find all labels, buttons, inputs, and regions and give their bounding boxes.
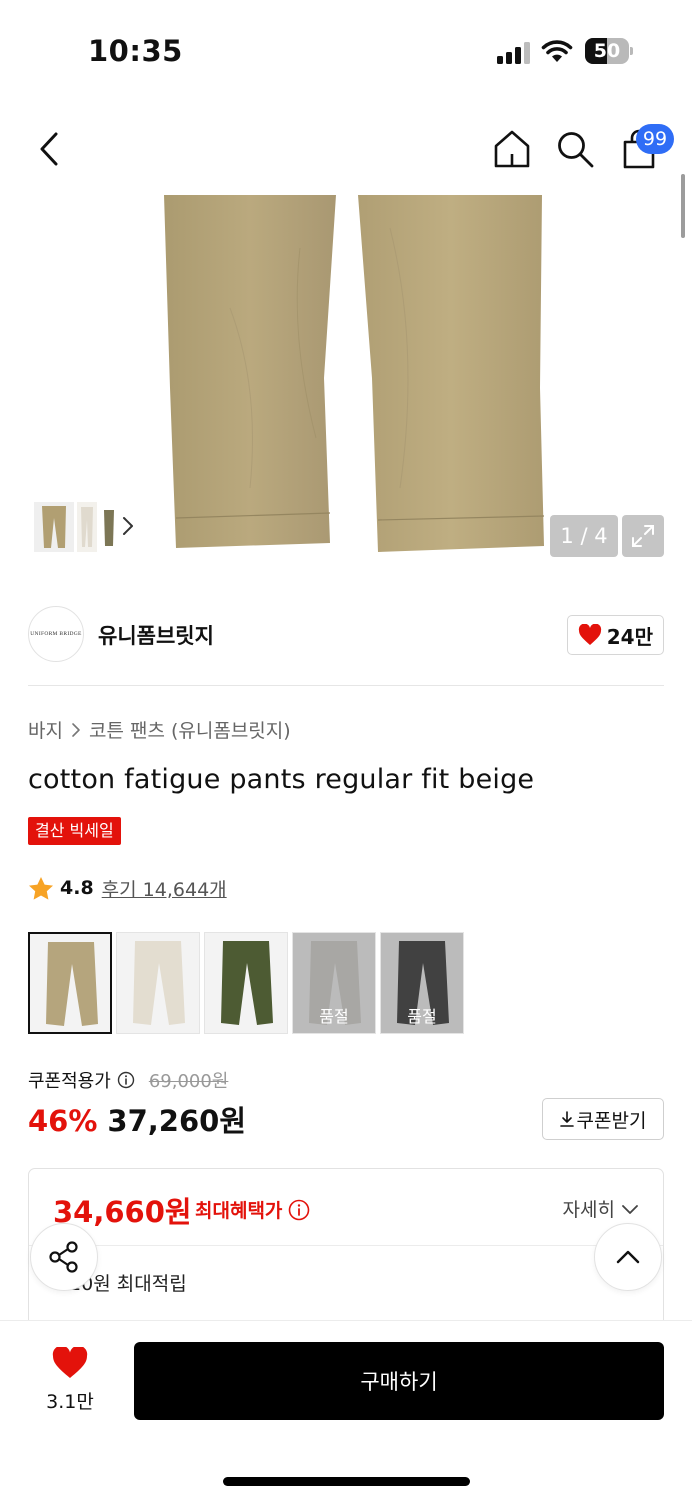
chevron-down-icon	[622, 1204, 638, 1214]
color-option[interactable]: 품절	[380, 932, 464, 1034]
back-icon	[40, 132, 58, 166]
battery-percent: 50	[593, 40, 621, 62]
heart-icon	[578, 624, 601, 645]
scroll-top-button[interactable]	[594, 1223, 662, 1291]
info-icon[interactable]	[288, 1199, 310, 1221]
benefit-header[interactable]: 34,660원 최대혜택가 자세히	[29, 1169, 663, 1246]
share-icon	[49, 1241, 78, 1273]
brand-logo-text: UNIFORM BRIDGE	[30, 631, 82, 637]
brand-like-count: 24만	[606, 624, 653, 649]
chevron-up-icon	[616, 1250, 640, 1264]
breadcrumb: 바지 코튼 팬츠 (유니폼브릿지)	[28, 716, 291, 743]
chevron-right-icon	[72, 722, 80, 737]
color-option[interactable]: 품절	[292, 932, 376, 1034]
image-counter: 1 / 4	[550, 515, 618, 557]
detail-toggle[interactable]: 자세히	[563, 1195, 639, 1222]
status-bar: 10:35 50	[0, 0, 692, 100]
coupon-price-label: 쿠폰적용가	[28, 1071, 111, 1092]
original-price: 69,000원	[148, 1071, 229, 1092]
search-button[interactable]	[552, 126, 598, 172]
divider	[28, 685, 664, 686]
soldout-label: 품절	[407, 1007, 437, 1026]
brand-like-button[interactable]: 24만	[566, 615, 664, 655]
soldout-label: 품절	[319, 1007, 349, 1026]
benefit-card: 34,660원 최대혜택가 자세히 720원 최대적립	[28, 1168, 664, 1338]
coupon-download-button[interactable]: 쿠폰받기	[542, 1098, 664, 1140]
rating-row: 4.8 후기 14,644개	[28, 873, 227, 903]
wishlist-button[interactable]: 3.1만	[38, 1345, 102, 1414]
share-button[interactable]	[30, 1223, 98, 1291]
brand-row[interactable]: UNIFORM BRIDGE 유니폼브릿지 24만	[28, 606, 664, 666]
gallery-thumbnails[interactable]	[28, 497, 145, 557]
breadcrumb-category[interactable]: 바지	[28, 716, 63, 743]
heart-icon	[52, 1345, 88, 1378]
discount-rate: 46%	[28, 1104, 98, 1138]
rating-score: 4.8	[60, 877, 94, 899]
wifi-icon	[541, 40, 573, 62]
sale-price: 37,260원	[107, 1104, 247, 1138]
top-navigation	[0, 112, 692, 188]
cart-count-badge: 99	[636, 124, 674, 154]
cellular-signal-icon	[497, 42, 530, 64]
breadcrumb-subcategory[interactable]: 코튼 팬츠 (유니폼브릿지)	[89, 716, 291, 743]
brand-logo[interactable]: UNIFORM BRIDGE	[28, 606, 84, 662]
sale-badge: 결산 빅세일	[28, 817, 121, 845]
home-indicator	[223, 1477, 470, 1486]
color-option[interactable]	[116, 932, 200, 1034]
max-benefit-label: 최대혜택가	[195, 1200, 283, 1222]
thumbnail-preview	[34, 502, 114, 552]
chevron-right-icon	[123, 517, 133, 535]
color-options: 품절 품절	[28, 932, 464, 1034]
color-option[interactable]	[28, 932, 112, 1034]
product-title: cotton fatigue pants regular fit beige	[28, 764, 535, 795]
color-option-image	[221, 941, 273, 1025]
buy-button[interactable]: 구매하기	[134, 1342, 664, 1420]
search-icon	[558, 132, 594, 168]
info-icon[interactable]	[117, 1071, 135, 1089]
status-time: 10:35	[88, 34, 183, 68]
brand-name[interactable]: 유니폼브릿지	[98, 620, 214, 650]
max-benefit-label-row: 최대혜택가	[195, 1196, 310, 1223]
bottom-action-bar: 3.1만 구매하기	[0, 1320, 692, 1500]
price-row: 46% 37,260원	[28, 1098, 246, 1140]
color-option-image	[133, 941, 185, 1025]
review-count-link[interactable]: 후기 14,644개	[102, 875, 227, 902]
detail-toggle-label: 자세히	[562, 1199, 615, 1221]
coupon-download-label: 쿠폰받기	[576, 1109, 647, 1132]
coupon-price-label-row: 쿠폰적용가 69,000원	[28, 1067, 228, 1093]
battery-indicator: 50	[585, 38, 633, 64]
color-option[interactable]	[204, 932, 288, 1034]
expand-icon	[632, 525, 654, 547]
download-icon	[559, 1111, 574, 1127]
home-button[interactable]	[489, 126, 535, 172]
wishlist-count: 3.1만	[46, 1391, 94, 1413]
color-option-image	[46, 942, 98, 1026]
home-icon	[494, 130, 530, 168]
back-button[interactable]	[26, 126, 72, 172]
star-icon	[29, 876, 53, 900]
expand-button[interactable]	[622, 515, 664, 557]
